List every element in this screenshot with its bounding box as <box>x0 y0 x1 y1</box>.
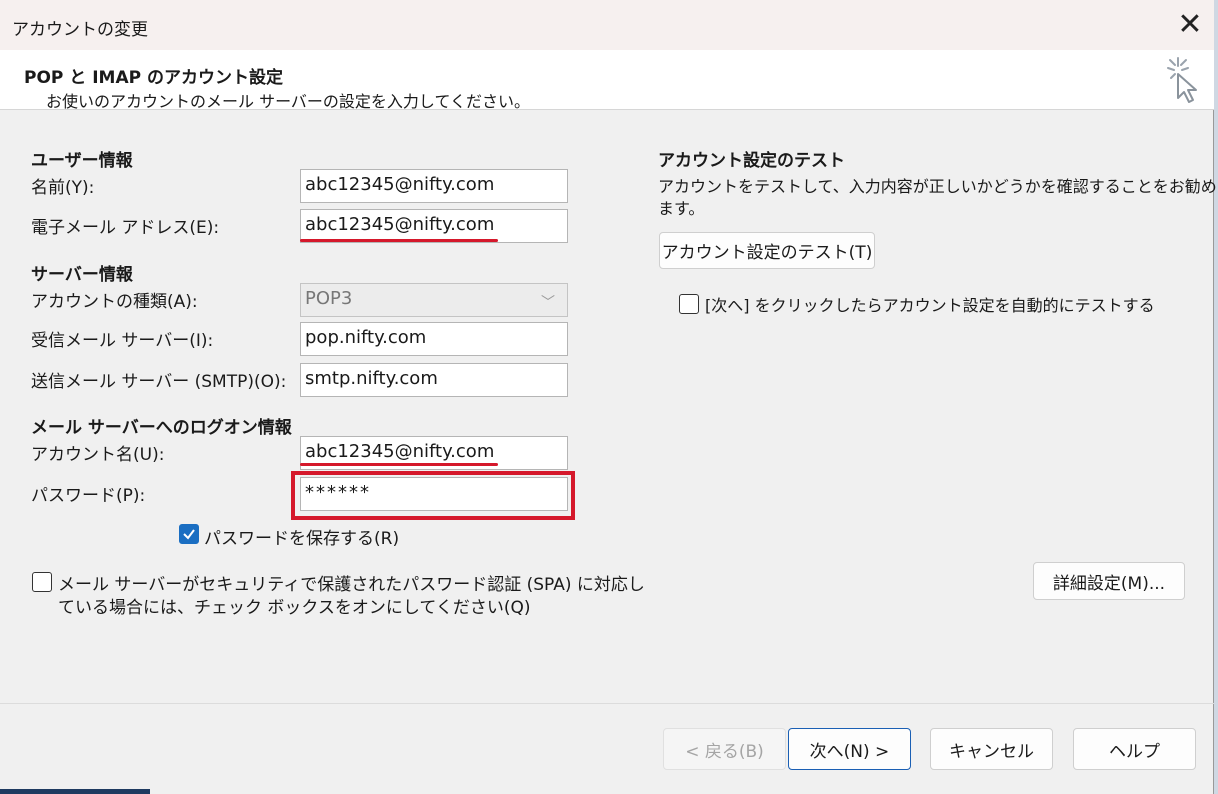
name-input[interactable]: abc12345@nifty.com <box>300 169 568 203</box>
save-password-label: パスワードを保存する(R) <box>204 529 400 549</box>
spa-checkbox[interactable] <box>32 572 52 592</box>
outgoing-server-input[interactable]: smtp.nifty.com <box>300 363 568 397</box>
email-highlight-underline <box>300 239 498 242</box>
name-label: 名前(Y): <box>31 178 95 198</box>
cancel-button[interactable]: キャンセル <box>930 728 1053 770</box>
spa-label-line1: メール サーバーがセキュリティで保護されたパスワード認証 (SPA) に対応し <box>58 575 645 595</box>
account-name-label: アカウント名(U): <box>31 445 165 465</box>
account-type-select: POP3 ﹀ <box>300 283 568 317</box>
help-button[interactable]: ヘルプ <box>1073 728 1196 770</box>
next-button[interactable]: 次へ(N) > <box>788 728 911 770</box>
password-label: パスワード(P): <box>31 486 146 506</box>
outgoing-server-label: 送信メール サーバー (SMTP)(O): <box>31 372 287 392</box>
account-type-label: アカウントの種類(A): <box>31 292 198 312</box>
email-label: 電子メール アドレス(E): <box>31 218 220 238</box>
spa-label-line2: ている場合には、チェック ボックスをオンにしてください(Q) <box>58 598 531 618</box>
password-highlight-box <box>291 471 575 520</box>
footer-divider <box>0 703 1214 704</box>
account-change-dialog: アカウントの変更 ✕ POP と IMAP のアカウント設定 お使いのアカウント… <box>0 0 1218 794</box>
checkmark-icon <box>183 529 195 540</box>
server-info-heading: サーバー情報 <box>31 265 133 285</box>
test-heading: アカウント設定のテスト <box>658 151 845 171</box>
chevron-down-icon: ﹀ <box>541 295 555 311</box>
user-info-heading: ユーザー情報 <box>31 151 133 171</box>
dialog-header: POP と IMAP のアカウント設定 お使いのアカウントのメール サーバーの設… <box>0 50 1214 111</box>
close-icon[interactable]: ✕ <box>1170 5 1210 45</box>
save-password-checkbox[interactable] <box>179 524 199 544</box>
advanced-settings-button[interactable]: 詳細設定(M)... <box>1033 562 1185 600</box>
auto-test-checkbox[interactable] <box>679 294 699 314</box>
auto-test-label: [次へ] をクリックしたらアカウント設定を自動的にテストする <box>705 296 1155 315</box>
taskbar-strip <box>0 789 150 794</box>
test-desc-line2: ます。 <box>658 199 705 218</box>
test-account-button[interactable]: アカウント設定のテスト(T) <box>659 232 875 269</box>
incoming-server-label: 受信メール サーバー(I): <box>31 331 214 351</box>
account-type-value: POP3 <box>305 288 353 309</box>
wizard-cursor-icon <box>1167 57 1197 103</box>
title-bar: アカウントの変更 ✕ <box>0 0 1214 50</box>
incoming-server-input[interactable]: pop.nifty.com <box>300 322 568 356</box>
account-name-highlight-underline <box>300 463 498 466</box>
test-desc-line1: アカウントをテストして、入力内容が正しいかどうかを確認することをお勧めし <box>658 177 1218 196</box>
header-subtitle: お使いのアカウントのメール サーバーの設定を入力してください。 <box>46 92 530 111</box>
window-title: アカウントの変更 <box>12 20 148 40</box>
back-button[interactable]: < 戻る(B) <box>663 728 786 770</box>
header-title: POP と IMAP のアカウント設定 <box>24 68 283 88</box>
logon-info-heading: メール サーバーへのログオン情報 <box>31 418 292 438</box>
email-input[interactable]: abc12345@nifty.com <box>300 209 568 243</box>
